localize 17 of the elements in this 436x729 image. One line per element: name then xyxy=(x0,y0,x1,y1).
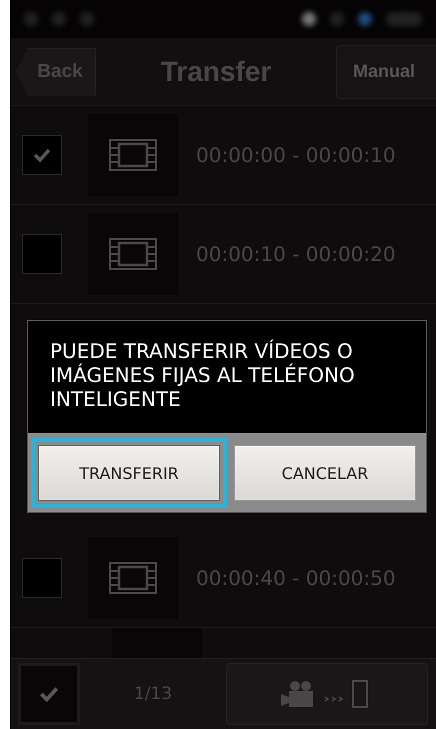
film-icon xyxy=(109,238,157,270)
film-icon xyxy=(109,139,157,172)
checkbox[interactable] xyxy=(22,558,62,598)
dialog-button[interactable]: CANCELAR xyxy=(234,445,416,502)
time-range: 00:00:10 - 00:00:20 xyxy=(196,242,396,266)
select-all-button[interactable] xyxy=(18,663,80,726)
time-range: 00:00:40 - 00:00:50 xyxy=(196,566,396,590)
checkbox[interactable] xyxy=(22,135,62,176)
video-thumbnail[interactable] xyxy=(88,213,178,296)
screen-title: Transfer xyxy=(160,56,272,88)
checkbox[interactable] xyxy=(22,234,62,274)
transfer-button[interactable] xyxy=(226,663,428,726)
time-range: 00:00:00 - 00:00:10 xyxy=(196,143,396,168)
video-thumbnail[interactable] xyxy=(88,537,178,620)
dialog-message: PUEDE TRANSFERIR VÍDEOS O IMÁGENES FIJAS AL TELÉFONO INTELIGENTE xyxy=(49,338,356,414)
film-icon xyxy=(109,562,157,594)
video-thumbnail[interactable] xyxy=(88,114,178,196)
